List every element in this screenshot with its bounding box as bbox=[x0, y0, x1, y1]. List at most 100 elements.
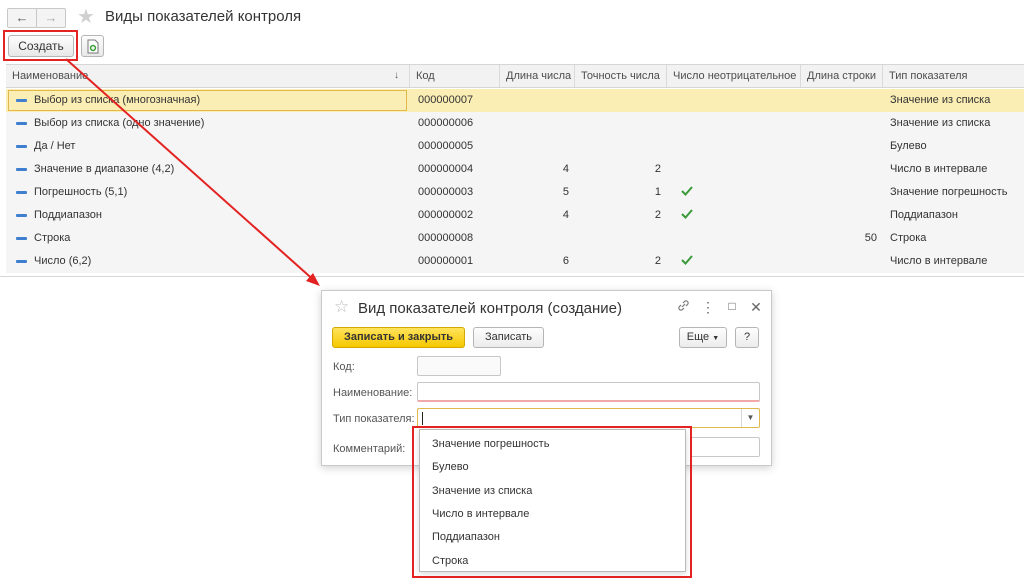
column-header-name[interactable]: Наименование ↓ bbox=[6, 65, 410, 87]
cell-length bbox=[500, 89, 575, 112]
chevron-down-icon: ▼ bbox=[712, 335, 720, 342]
cell-strlen bbox=[801, 135, 883, 158]
cell-precision bbox=[575, 227, 667, 250]
type-select[interactable]: ▼ bbox=[417, 408, 760, 428]
cell-precision bbox=[575, 135, 667, 158]
maximize-icon[interactable]: □ bbox=[725, 299, 739, 313]
cell-length bbox=[500, 227, 575, 250]
cell-strlen bbox=[801, 112, 883, 135]
table-row[interactable]: Поддиапазон 000000002 4 2 Поддиапазон bbox=[6, 204, 1024, 227]
cell-strlen bbox=[801, 89, 883, 112]
table-row[interactable]: Выбор из списка (одно значение) 000000006… bbox=[6, 112, 1024, 135]
cell-length: 6 bbox=[562, 255, 569, 267]
cell-strlen bbox=[801, 250, 883, 273]
checkmark-icon bbox=[681, 255, 693, 265]
cell-code: 000000006 bbox=[418, 117, 474, 129]
help-button[interactable]: ? bbox=[735, 327, 759, 348]
arrow-left-icon: ← bbox=[15, 10, 29, 25]
cell-length bbox=[500, 135, 575, 158]
cell-type: Значение из списка bbox=[890, 94, 991, 106]
more-button[interactable]: Еще ▼ bbox=[679, 327, 727, 348]
checkmark-icon bbox=[681, 209, 693, 219]
more-vertical-icon[interactable]: ⋮ bbox=[701, 299, 715, 316]
back-button[interactable]: ← bbox=[7, 8, 37, 28]
cell-type: Значение из списка bbox=[890, 117, 991, 129]
cell-strlen bbox=[801, 158, 883, 181]
chevron-down-icon[interactable]: ▼ bbox=[741, 409, 759, 427]
cell-strlen bbox=[801, 181, 883, 204]
column-header-type[interactable]: Тип показателя bbox=[883, 65, 1024, 87]
title-bar: ← → ★ Виды показателей контроля bbox=[0, 0, 1024, 34]
cell-type: Число в интервале bbox=[890, 163, 988, 175]
forward-button[interactable]: → bbox=[36, 8, 66, 28]
cell-code: 000000003 bbox=[418, 186, 474, 198]
cell-code: 000000004 bbox=[418, 163, 474, 175]
highlight-frame-create bbox=[3, 30, 78, 61]
cell-length: 5 bbox=[562, 186, 569, 198]
add-from-template-button[interactable] bbox=[81, 35, 104, 57]
cell-type: Строка bbox=[890, 232, 927, 244]
page-title: Виды показателей контроля bbox=[105, 8, 302, 25]
table-row[interactable]: Значение в диапазоне (4,2) 000000004 4 2 Чис… bbox=[6, 158, 1024, 181]
column-header-code[interactable]: Код bbox=[410, 65, 500, 87]
cell-name: Выбор из списка (многозначная) bbox=[34, 94, 201, 106]
more-button-label: Еще bbox=[686, 331, 710, 343]
close-icon[interactable]: ✕ bbox=[749, 299, 763, 316]
cell-strlen bbox=[801, 204, 883, 227]
cell-type: Булево bbox=[890, 140, 927, 152]
table-row[interactable]: Выбор из списка (многозначная) 000000007 З… bbox=[6, 89, 1024, 112]
cell-name: Значение в диапазоне (4,2) bbox=[34, 163, 175, 175]
link-icon[interactable] bbox=[676, 299, 690, 315]
save-button[interactable]: Записать bbox=[473, 327, 544, 348]
checkmark-icon bbox=[681, 186, 693, 196]
cell-name: Погрешность (5,1) bbox=[34, 186, 128, 198]
cell-precision: 1 bbox=[654, 186, 661, 198]
name-label: Наименование: bbox=[333, 387, 413, 399]
cell-code: 000000001 bbox=[418, 255, 474, 267]
document-add-icon bbox=[87, 39, 99, 54]
cell-type: Поддиапазон bbox=[890, 209, 958, 221]
comment-label: Комментарий: bbox=[333, 443, 406, 455]
column-header-nonnegative[interactable]: Число неотрицательное bbox=[667, 65, 801, 87]
column-header-length[interactable]: Длина числа bbox=[500, 65, 575, 87]
table-row[interactable]: Да / Нет 000000005 Булево bbox=[6, 135, 1024, 158]
cell-precision: 2 bbox=[654, 209, 661, 221]
cell-code: 000000002 bbox=[418, 209, 474, 221]
column-header-precision[interactable]: Точность числа bbox=[575, 65, 667, 87]
code-label: Код: bbox=[333, 361, 355, 373]
cell-name: Число (6,2) bbox=[34, 255, 92, 267]
favorite-star-icon[interactable]: ☆ bbox=[334, 297, 349, 317]
cell-precision: 2 bbox=[654, 163, 661, 175]
table-bottom-divider bbox=[0, 276, 1024, 277]
table-row[interactable]: Строка 000000008 50 Строка bbox=[6, 227, 1024, 250]
column-header-string-length[interactable]: Длина строки bbox=[801, 65, 883, 87]
cell-name: Строка bbox=[34, 232, 71, 244]
sort-down-icon: ↓ bbox=[394, 70, 399, 81]
type-label: Тип показателя: bbox=[333, 413, 415, 425]
favorite-star-icon[interactable]: ★ bbox=[77, 4, 95, 29]
save-and-close-button[interactable]: Записать и закрыть bbox=[332, 327, 465, 348]
cell-precision: 2 bbox=[654, 255, 661, 267]
cell-code: 000000007 bbox=[418, 94, 474, 106]
cell-code: 000000008 bbox=[418, 232, 474, 244]
comment-field[interactable] bbox=[690, 437, 760, 457]
table-header: Наименование ↓ Код Длина числа Точность … bbox=[6, 64, 1024, 88]
cell-length: 4 bbox=[562, 163, 569, 175]
dialog-title: Вид показателей контроля (создание) bbox=[358, 300, 623, 317]
cell-name: Поддиапазон bbox=[34, 209, 102, 221]
cell-length bbox=[500, 112, 575, 135]
cell-name: Выбор из списка (одно значение) bbox=[34, 117, 205, 129]
cell-code: 000000005 bbox=[418, 140, 474, 152]
table-row[interactable]: Число (6,2) 000000001 6 2 Число в интервале bbox=[6, 250, 1024, 273]
table-row[interactable]: Погрешность (5,1) 000000003 5 1 Значение пог… bbox=[6, 181, 1024, 204]
arrow-right-icon: → bbox=[44, 10, 58, 25]
cell-precision bbox=[575, 112, 667, 135]
name-field[interactable] bbox=[417, 382, 760, 402]
highlight-frame-dropdown bbox=[412, 426, 692, 578]
column-header-label: Наименование bbox=[12, 70, 89, 82]
cell-length: 4 bbox=[562, 209, 569, 221]
code-field bbox=[417, 356, 501, 376]
text-caret bbox=[422, 412, 423, 425]
cell-name: Да / Нет bbox=[34, 140, 76, 152]
cell-type: Значение погрешность bbox=[890, 186, 1008, 198]
